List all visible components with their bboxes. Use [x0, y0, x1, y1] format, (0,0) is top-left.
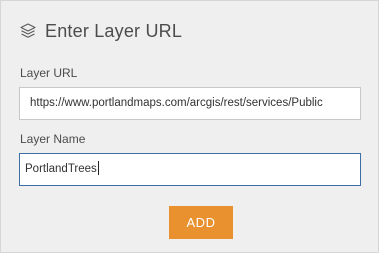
add-button[interactable]: ADD [169, 206, 233, 239]
panel-title: Enter Layer URL [45, 20, 183, 41]
panel-header: Enter Layer URL [19, 19, 182, 43]
layer-url-value: https://www.portlandmaps.com/arcgis/rest… [30, 97, 323, 109]
layer-url-input[interactable]: https://www.portlandmaps.com/arcgis/rest… [19, 87, 361, 120]
layer-url-label: Layer URL [20, 66, 78, 80]
layer-name-label: Layer Name [20, 132, 86, 146]
layer-name-input[interactable]: PortlandTrees [19, 153, 361, 186]
layers-icon [19, 22, 37, 40]
enter-layer-url-panel: Enter Layer URL Layer URL https://www.po… [0, 0, 379, 253]
layer-name-value: PortlandTrees [25, 163, 97, 175]
text-caret [97, 160, 99, 175]
